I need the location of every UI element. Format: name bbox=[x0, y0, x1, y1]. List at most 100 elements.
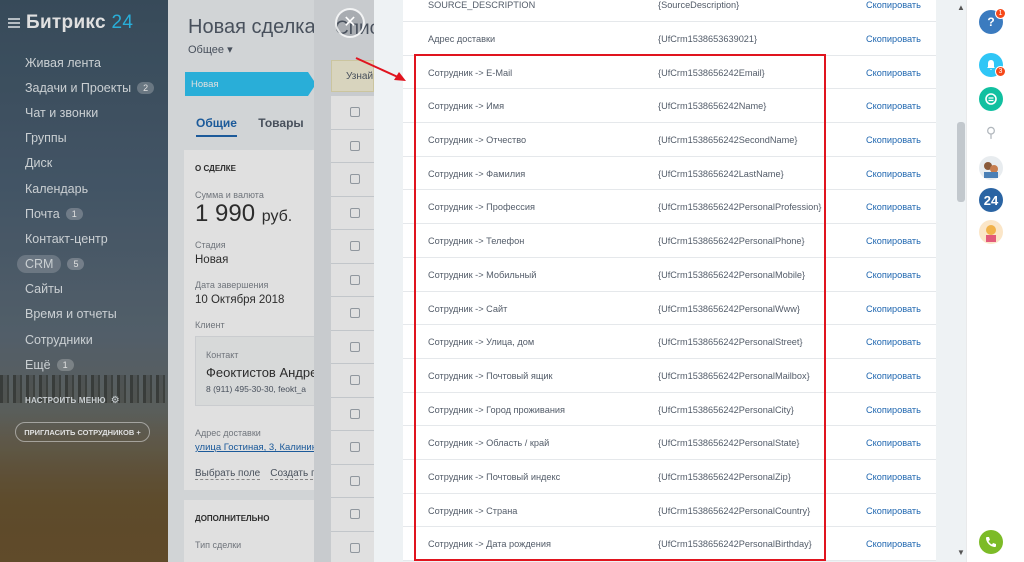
hamburger-icon[interactable] bbox=[8, 16, 20, 30]
table-row bbox=[331, 263, 374, 297]
user-avatar[interactable] bbox=[979, 156, 1003, 180]
field-name: Сотрудник -> Почтовый ящик bbox=[428, 370, 553, 381]
copy-link[interactable]: Скопировать bbox=[866, 202, 921, 212]
fields-panel: SOURCE_DESCRIPTION {SourceDescription} Ско… bbox=[374, 0, 966, 562]
row-checkbox[interactable] bbox=[350, 140, 360, 151]
sidebar-item-groups[interactable]: Группы bbox=[25, 126, 165, 151]
copy-link[interactable]: Скопировать bbox=[866, 0, 921, 10]
copy-link[interactable]: Скопировать bbox=[866, 506, 921, 516]
list-item: Сотрудник -> Мобильный {UfCrm1538656242Pe… bbox=[403, 258, 936, 292]
sidebar-item-contact-center[interactable]: Контакт-центр bbox=[25, 226, 165, 251]
field-name: Сотрудник -> Почтовый индекс bbox=[428, 471, 561, 482]
list-item: Сотрудник -> Отчество {UfCrm1538656242Sec… bbox=[403, 123, 936, 157]
copy-link[interactable]: Скопировать bbox=[866, 405, 921, 415]
field-name: Сотрудник -> Область / край bbox=[428, 438, 550, 449]
table-row bbox=[331, 196, 374, 230]
stage-bar[interactable]: Новая bbox=[185, 72, 316, 96]
counter-badge: 1 bbox=[65, 207, 83, 220]
field-code: {UfCrm1538656242PersonalStreet} bbox=[658, 337, 803, 348]
table-row bbox=[331, 230, 374, 264]
list-item: Сотрудник -> Улица, дом {UfCrm1538656242P… bbox=[403, 325, 936, 359]
field-name: Сотрудник -> Мобильный bbox=[428, 269, 537, 280]
field-name: Сотрудник -> Имя bbox=[428, 101, 505, 112]
list-item: Сотрудник -> Почтовый ящик {UfCrm15386562… bbox=[403, 359, 936, 393]
list-item: SOURCE_DESCRIPTION {SourceDescription} Ско… bbox=[403, 0, 936, 22]
copy-link[interactable]: Скопировать bbox=[866, 135, 921, 145]
deal-category[interactable]: Общее ▾ bbox=[188, 43, 233, 56]
deal-page: Новая сделка Общее ▾ Новая Общие Товары … bbox=[168, 0, 328, 562]
copy-link[interactable]: Скопировать bbox=[866, 236, 921, 246]
row-checkbox[interactable] bbox=[350, 408, 360, 419]
sidebar-item-label: Сотрудники bbox=[25, 332, 93, 347]
close-date-value: 10 Октября 2018 bbox=[195, 294, 285, 306]
sidebar-item-tasks[interactable]: Задачи и Проекты 2 bbox=[25, 75, 165, 100]
row-checkbox[interactable] bbox=[350, 174, 360, 184]
field-name: Сотрудник -> Город проживания bbox=[428, 404, 565, 415]
amount-number: 1 990 bbox=[195, 200, 256, 227]
field-code: {UfCrm1538656242PersonalCountry} bbox=[658, 505, 811, 516]
field-code: {UfCrm1538656242PersonalMobile} bbox=[658, 269, 806, 280]
tab-products[interactable]: Товары bbox=[258, 116, 303, 130]
sidebar-item-label: Группы bbox=[25, 131, 67, 146]
scroll-up-icon[interactable]: ▲ bbox=[956, 3, 966, 12]
extra-title: ДОПОЛНИТЕЛЬНО bbox=[195, 514, 270, 523]
scrollbar-thumb[interactable] bbox=[957, 122, 965, 202]
close-icon[interactable]: ✕ bbox=[335, 8, 365, 38]
copy-link[interactable]: Скопировать bbox=[866, 270, 921, 280]
copy-link[interactable]: Скопировать bbox=[866, 337, 921, 347]
sidebar-item-mail[interactable]: Почта 1 bbox=[25, 201, 165, 226]
setup-menu-button[interactable]: НАСТРОИТЬ МЕНЮ ⚙ bbox=[25, 395, 120, 406]
invite-employees-button[interactable]: ПРИГЛАСИТЬ СОТРУДНИКОВ + bbox=[15, 422, 150, 442]
address-link[interactable]: улица Гостиная, 3, Калинин bbox=[195, 442, 317, 453]
sidebar-item-chat[interactable]: Чат и звонки bbox=[25, 100, 165, 125]
row-checkbox[interactable] bbox=[350, 542, 360, 553]
contact-name[interactable]: Феоктистов Андрей bbox=[206, 365, 325, 380]
sidebar-item-feed[interactable]: Живая лента bbox=[25, 50, 165, 75]
table-row bbox=[331, 297, 374, 331]
user-avatar[interactable] bbox=[979, 220, 1003, 244]
copy-link[interactable]: Скопировать bbox=[866, 101, 921, 111]
copy-link[interactable]: Скопировать bbox=[866, 371, 921, 381]
contact-box: Контакт Феоктистов Андрей 8 (911) 495-30… bbox=[195, 336, 328, 406]
select-field-link[interactable]: Выбрать поле bbox=[195, 468, 261, 480]
row-checkbox[interactable] bbox=[350, 509, 360, 519]
app-logo[interactable]: Битрикс 24 bbox=[8, 12, 133, 34]
row-checkbox[interactable] bbox=[350, 375, 360, 385]
checkbox-column bbox=[331, 96, 374, 562]
sidebar-item-crm[interactable]: CRM 5 bbox=[17, 252, 165, 277]
sidebar-item-employees[interactable]: Сотрудники bbox=[25, 327, 165, 352]
field-code: {UfCrm1538656242PersonalWww} bbox=[658, 303, 800, 314]
scrollbar[interactable] bbox=[956, 0, 966, 562]
phone-icon[interactable] bbox=[979, 530, 1003, 554]
b24-icon[interactable]: 24 bbox=[979, 188, 1003, 212]
scroll-down-icon[interactable]: ▼ bbox=[956, 548, 966, 557]
copy-link[interactable]: Скопировать bbox=[866, 68, 921, 78]
sidebar-item-sites[interactable]: Сайты bbox=[25, 277, 165, 302]
table-row bbox=[331, 431, 374, 465]
field-code: {UfCrm1538656242PersonalState} bbox=[658, 438, 800, 449]
sidebar-item-disk[interactable]: Диск bbox=[25, 151, 165, 176]
copy-link[interactable]: Скопировать bbox=[866, 438, 921, 448]
row-checkbox[interactable] bbox=[350, 475, 360, 486]
row-checkbox[interactable] bbox=[350, 442, 360, 452]
tab-general[interactable]: Общие bbox=[196, 116, 237, 137]
copy-link[interactable]: Скопировать bbox=[866, 304, 921, 314]
copy-link[interactable]: Скопировать bbox=[866, 34, 921, 44]
annotation-arrow bbox=[355, 57, 406, 81]
sidebar-item-more[interactable]: Ещё 1 bbox=[25, 352, 165, 377]
row-checkbox[interactable] bbox=[350, 308, 360, 318]
stage-value: Новая bbox=[195, 254, 229, 266]
copy-link[interactable]: Скопировать bbox=[866, 169, 921, 179]
search-icon[interactable]: ⚲ bbox=[979, 120, 1003, 144]
sidebar-item-time[interactable]: Время и отчеты bbox=[25, 302, 165, 327]
row-checkbox[interactable] bbox=[350, 207, 360, 218]
copy-link[interactable]: Скопировать bbox=[866, 539, 921, 549]
close-date-label: Дата завершения bbox=[195, 280, 269, 290]
copy-link[interactable]: Скопировать bbox=[866, 472, 921, 482]
row-checkbox[interactable] bbox=[350, 241, 360, 251]
row-checkbox[interactable] bbox=[350, 274, 360, 285]
sidebar-item-calendar[interactable]: Календарь bbox=[25, 176, 165, 201]
row-checkbox[interactable] bbox=[350, 107, 360, 117]
chat-icon[interactable] bbox=[979, 87, 1003, 111]
row-checkbox[interactable] bbox=[350, 341, 360, 352]
